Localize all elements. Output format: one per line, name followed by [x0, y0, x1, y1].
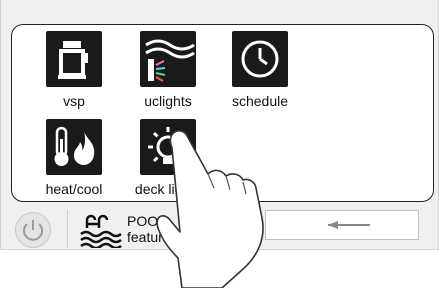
tile-label-heat-cool: heat/cool — [45, 181, 103, 197]
back-button[interactable] — [265, 210, 419, 240]
lights-icon — [140, 31, 196, 87]
power-icon — [23, 220, 43, 241]
tile-vsp[interactable]: vsp — [34, 31, 114, 109]
power-button[interactable] — [15, 212, 51, 248]
tile-schedule[interactable]: schedule — [220, 31, 300, 109]
pool-icon[interactable] — [79, 212, 123, 253]
pump-icon — [46, 31, 102, 87]
tile-label-vsp: vsp — [63, 93, 85, 109]
tile-label-schedule: schedule — [231, 93, 289, 109]
pointing-hand-icon — [156, 130, 264, 288]
tile-heat-cool[interactable]: heat/cool — [34, 119, 114, 197]
tile-label-uclights: uclights — [144, 93, 192, 109]
arrow-left-icon — [328, 221, 370, 229]
bar-divider — [67, 210, 68, 248]
clock-icon — [232, 31, 288, 87]
heat-cool-icon — [46, 119, 102, 175]
tile-uclights[interactable]: uclights — [128, 31, 208, 109]
